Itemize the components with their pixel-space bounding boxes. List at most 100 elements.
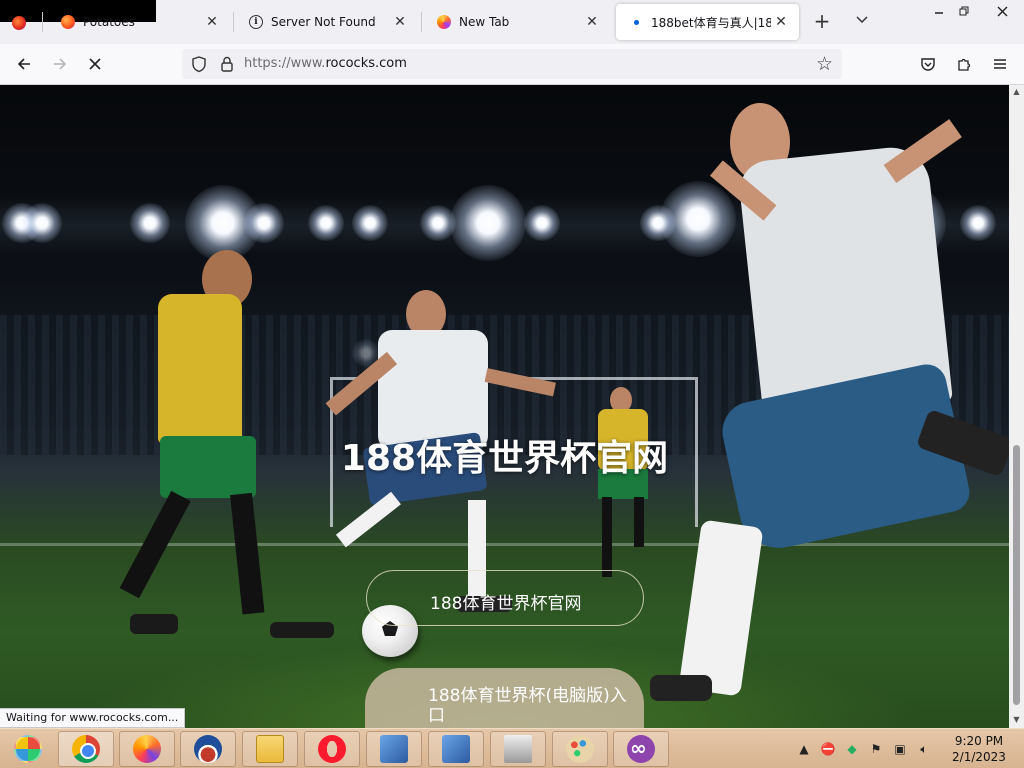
- forward-button[interactable]: [46, 50, 74, 78]
- scrollbar-thumb[interactable]: [1013, 445, 1020, 705]
- close-icon[interactable]: ✕: [390, 12, 410, 32]
- close-icon[interactable]: ✕: [582, 12, 602, 32]
- status-panel: Waiting for www.rococks.com...: [0, 708, 186, 728]
- tab-separator: [42, 12, 43, 32]
- tab-separator: [421, 12, 422, 32]
- obama-logo-icon: [194, 735, 222, 763]
- tab-strip: Potatoes ✕ i Server Not Found ✕ New Tab …: [0, 0, 1024, 44]
- url-text[interactable]: https://www.rococks.com: [244, 56, 407, 71]
- chrome-icon: [72, 735, 100, 763]
- window-close-button[interactable]: [987, 0, 1017, 22]
- floodlight: [244, 203, 284, 243]
- tab-title: 188bet体育与真人|188bet: [651, 15, 771, 30]
- loading-dot-icon: [628, 14, 644, 30]
- desktop-entry-button[interactable]: 188体育世界杯(电脑版)入口: [365, 668, 644, 728]
- network-status-icon[interactable]: ▣: [892, 741, 908, 757]
- tracking-protection-shield-icon[interactable]: [190, 55, 208, 73]
- firefox-icon: [133, 735, 161, 763]
- tab-title: Potatoes: [83, 15, 135, 29]
- stop-icon: [89, 58, 101, 70]
- close-icon: [997, 6, 1007, 16]
- pocket-icon: [921, 58, 935, 71]
- action-center-flag-icon[interactable]: ⚑: [868, 741, 884, 757]
- pocket-button[interactable]: [914, 50, 942, 78]
- back-button[interactable]: [10, 50, 38, 78]
- tab-title: Server Not Found: [271, 15, 376, 29]
- address-bar[interactable]: https://www.rococks.com ☆: [182, 49, 842, 79]
- chevron-down-icon: [856, 16, 868, 24]
- tab-title: New Tab: [459, 15, 510, 29]
- player-white-right: [640, 103, 1009, 728]
- system-clock[interactable]: 9:20 PM 2/1/2023: [944, 733, 1014, 765]
- new-tab-button[interactable]: +: [811, 11, 833, 33]
- tab-potatoes[interactable]: Potatoes ✕: [48, 4, 230, 40]
- arrow-right-icon: [54, 58, 67, 70]
- list-all-tabs-button[interactable]: [852, 12, 872, 32]
- tab-new-tab[interactable]: New Tab ✕: [424, 4, 610, 40]
- taskbar-chrome[interactable]: [58, 731, 114, 767]
- cta-outline-label: 188体育世界杯官网: [430, 594, 582, 614]
- windows-start-icon: [14, 735, 42, 763]
- arrow-left-icon: [17, 58, 30, 70]
- folder-icon: [256, 735, 284, 763]
- system-tray: ▲ ⛔ ◆ ⚑ ▣ 🔈︎: [796, 737, 932, 761]
- taskbar: ▲ ⛔ ◆ ⚑ ▣ 🔈︎ 9:20 PM 2/1/2023: [0, 728, 1024, 768]
- desktop-entry-label: 188体育世界杯(电脑版)入口: [428, 686, 627, 726]
- taskbar-paint[interactable]: [552, 731, 608, 767]
- restore-icon: [959, 6, 969, 16]
- floodlight: [308, 205, 344, 241]
- floodlight: [524, 205, 560, 241]
- hero-title: 188体育世界杯官网: [340, 438, 669, 479]
- cash-register-icon: [504, 735, 532, 763]
- minimize-icon: [935, 12, 943, 14]
- paint-palette-icon: [566, 735, 594, 763]
- tab-188bet[interactable]: 188bet体育与真人|188bet ✕: [616, 4, 799, 40]
- taskbar-tray-app[interactable]: [490, 731, 546, 767]
- close-icon[interactable]: ✕: [771, 12, 791, 32]
- floodlight: [352, 205, 388, 241]
- firefox-view-icon[interactable]: [12, 16, 26, 30]
- firefox-favicon-icon: [436, 14, 452, 30]
- floodlight: [450, 185, 526, 261]
- close-icon[interactable]: ✕: [202, 12, 222, 32]
- info-icon: i: [248, 14, 264, 30]
- stop-sign-icon[interactable]: ⛔: [820, 741, 836, 757]
- hero-section: 188体育世界杯官网 188体育世界杯官网 188体育世界杯(电脑版)入口: [0, 85, 1009, 728]
- taskbar-opera[interactable]: [304, 731, 360, 767]
- floodlight: [130, 203, 170, 243]
- vertical-scrollbar[interactable]: ▲ ▼: [1009, 85, 1024, 728]
- taskbar-file-explorer[interactable]: [242, 731, 298, 767]
- tab-separator: [233, 12, 234, 32]
- site-info-lock-icon[interactable]: [218, 55, 236, 73]
- url-scheme: https://www.: [244, 56, 326, 71]
- potato-favicon-icon: [60, 14, 76, 30]
- floodlight: [22, 203, 62, 243]
- mask-icon: [627, 735, 655, 763]
- flag-shield-icon[interactable]: ◆: [844, 741, 860, 757]
- clock-date: 2/1/2023: [952, 750, 1006, 764]
- extensions-button[interactable]: [950, 50, 978, 78]
- bookmark-star-icon[interactable]: ☆: [816, 53, 833, 75]
- show-hidden-icons-icon[interactable]: ▲: [796, 741, 812, 757]
- cta-outline-button[interactable]: 188体育世界杯官网: [366, 570, 644, 626]
- taskbar-network-2[interactable]: [428, 731, 484, 767]
- navigation-toolbar: https://www.rococks.com ☆: [0, 44, 1024, 85]
- taskbar-mask-app[interactable]: [613, 731, 669, 767]
- puzzle-icon: [958, 58, 971, 71]
- hamburger-menu-icon: [994, 59, 1006, 69]
- taskbar-firefox[interactable]: [119, 731, 175, 767]
- taskbar-obama[interactable]: [180, 731, 236, 767]
- network-connection-icon: [442, 735, 470, 763]
- network-connection-icon: [380, 735, 408, 763]
- app-menu-button[interactable]: [986, 50, 1014, 78]
- start-button[interactable]: [0, 731, 56, 767]
- volume-icon[interactable]: 🔈︎: [916, 741, 932, 757]
- scroll-up-icon[interactable]: ▲: [1011, 87, 1022, 98]
- tab-server-not-found[interactable]: i Server Not Found ✕: [236, 4, 418, 40]
- url-host: rococks.com: [325, 56, 407, 71]
- taskbar-network-1[interactable]: [366, 731, 422, 767]
- restore-button[interactable]: [949, 0, 979, 22]
- opera-icon: [318, 735, 346, 763]
- stop-button[interactable]: [81, 50, 109, 78]
- scroll-down-icon[interactable]: ▼: [1011, 715, 1022, 726]
